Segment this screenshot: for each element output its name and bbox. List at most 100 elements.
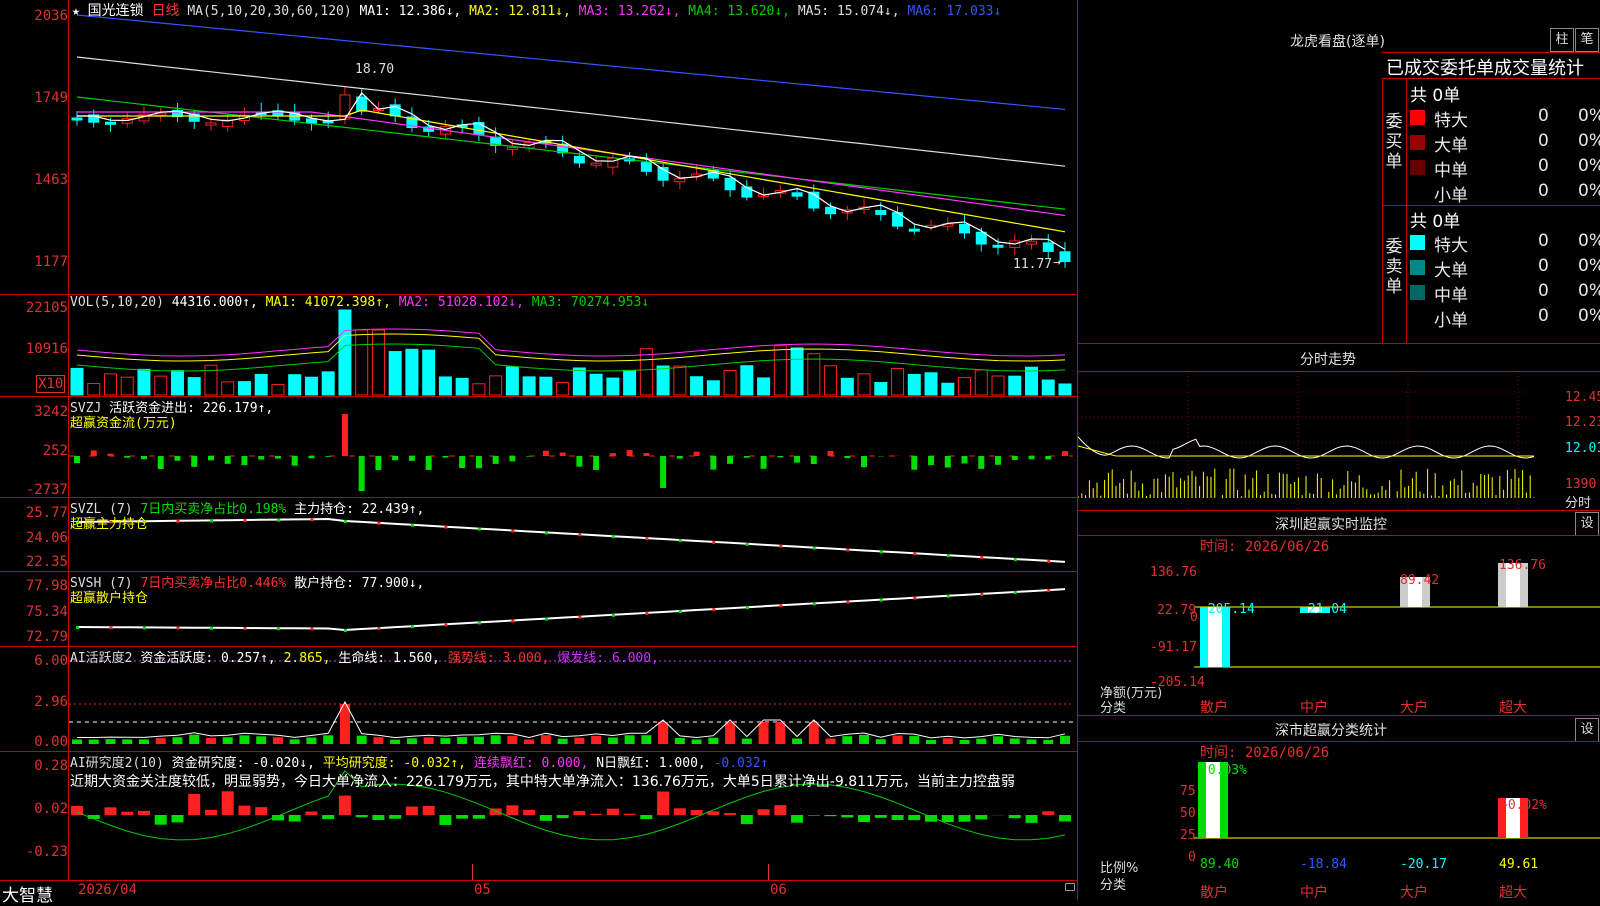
ai2-research: 资金研究度: -0.020↓, bbox=[172, 756, 315, 771]
volume-bar bbox=[992, 376, 1004, 395]
research-bar bbox=[205, 810, 217, 815]
monitor-time: 时间: 2026/06/26 bbox=[1200, 536, 1329, 556]
holding-marker bbox=[210, 627, 213, 630]
candle bbox=[1027, 241, 1037, 244]
favorite-star-icon[interactable]: ★ bbox=[72, 4, 80, 19]
holding-marker bbox=[511, 620, 514, 623]
activity-bar bbox=[407, 738, 417, 744]
research-bar bbox=[439, 815, 451, 825]
volume-bar bbox=[791, 348, 803, 395]
activity-bar bbox=[625, 735, 635, 744]
activity-bar bbox=[491, 735, 501, 744]
monitor-bottom-line bbox=[1077, 715, 1600, 716]
ai2-label: AI研究度2(10) bbox=[70, 756, 164, 771]
activity-bar bbox=[323, 735, 333, 744]
holding-marker bbox=[1047, 589, 1050, 592]
flow-bar bbox=[275, 456, 281, 459]
flow-bar bbox=[459, 456, 465, 468]
buy-row: 小单00% bbox=[1408, 180, 1600, 204]
research-bar bbox=[808, 815, 820, 816]
volume-bar bbox=[925, 373, 937, 395]
activity-bar bbox=[122, 739, 132, 744]
ai2-extra: -0.032↑ bbox=[714, 756, 769, 771]
activity-bar bbox=[1043, 740, 1053, 744]
activity-bar bbox=[440, 738, 450, 744]
research-bar bbox=[758, 809, 770, 815]
volume-bar bbox=[640, 349, 652, 395]
volume-bar bbox=[456, 378, 468, 395]
ma-value: MA5: 15.074↓, bbox=[798, 4, 908, 19]
dragon-tabs[interactable]: 已成交委托单成交量统计 bbox=[1386, 54, 1584, 80]
volume-bar bbox=[138, 369, 150, 395]
research-bar bbox=[423, 806, 435, 815]
intraday-title: 分时走势 bbox=[1300, 349, 1356, 369]
volume-tick: 10916 bbox=[0, 341, 68, 357]
volume-bar bbox=[222, 382, 234, 395]
holding-marker bbox=[1014, 558, 1017, 561]
activity-bar bbox=[909, 736, 919, 744]
activity-bar bbox=[474, 737, 484, 744]
activity-bar bbox=[306, 737, 316, 744]
volume-bar bbox=[908, 374, 920, 395]
lock-icon[interactable] bbox=[1065, 883, 1075, 891]
stats-category: 散户 bbox=[1200, 882, 1228, 902]
research-bar bbox=[372, 815, 384, 820]
buy-total: 共 0单 bbox=[1410, 81, 1460, 106]
tick-mode-button[interactable]: 笔 bbox=[1575, 28, 1599, 52]
tabs-bottom-line bbox=[1382, 78, 1600, 79]
activity-bar bbox=[373, 737, 383, 744]
flow-bar bbox=[828, 451, 834, 456]
ma-value: MA6: 17.033↓ bbox=[907, 4, 1001, 19]
research-bar bbox=[1042, 811, 1054, 815]
flow-bar bbox=[91, 450, 97, 456]
stock-name: 国光连锁 bbox=[88, 3, 144, 19]
moving-average-line bbox=[77, 15, 1065, 109]
monitor-category: 超大 bbox=[1499, 697, 1527, 717]
monitor-tick: 136.76 bbox=[1150, 565, 1197, 580]
candle bbox=[1043, 243, 1053, 252]
app-logo: 大智慧 bbox=[2, 881, 53, 906]
candlestick-chart[interactable] bbox=[69, 0, 1077, 294]
flow-bar bbox=[962, 456, 968, 463]
volume-bar bbox=[607, 378, 619, 395]
research-bar bbox=[573, 811, 585, 815]
volume-chart[interactable] bbox=[69, 295, 1077, 396]
volume-bar bbox=[322, 372, 334, 395]
candle bbox=[976, 232, 986, 244]
monitor-settings-button[interactable]: 设 bbox=[1575, 512, 1599, 536]
activity-bar bbox=[792, 739, 802, 744]
candle bbox=[591, 163, 601, 165]
activity-bar bbox=[256, 736, 266, 744]
flow-bar bbox=[476, 456, 482, 468]
flow-bar bbox=[995, 456, 1001, 465]
flow-bar bbox=[744, 456, 750, 458]
volume-bar bbox=[892, 368, 904, 395]
volume-bar bbox=[71, 368, 83, 395]
candle bbox=[675, 179, 685, 182]
activity-bar bbox=[558, 739, 568, 744]
flow-bar bbox=[543, 451, 549, 456]
moving-average-line bbox=[77, 110, 1065, 232]
ma-value: MA1: 12.386↓, bbox=[360, 4, 470, 19]
flow-bar bbox=[325, 456, 331, 457]
holding-marker bbox=[612, 614, 615, 617]
holding-marker bbox=[444, 526, 447, 529]
sell-row: 小单00% bbox=[1408, 305, 1600, 329]
flow-bar bbox=[241, 456, 247, 465]
ratio-chart[interactable] bbox=[1078, 760, 1600, 900]
stats-category: 大户 bbox=[1400, 882, 1428, 902]
ma-value: MA4: 13.620↓, bbox=[688, 4, 798, 19]
activity-bar bbox=[692, 739, 702, 744]
stats-settings-button[interactable]: 设 bbox=[1575, 718, 1599, 742]
candle bbox=[742, 187, 752, 197]
volume-ma-line bbox=[77, 329, 1065, 356]
intraday-chart[interactable] bbox=[1078, 372, 1600, 510]
period-label[interactable]: 日线 bbox=[151, 3, 179, 19]
bar-mode-button[interactable]: 柱 bbox=[1550, 28, 1574, 52]
holding-marker bbox=[310, 627, 313, 630]
main-title-bar: ★ 国光连锁 日线 MA(5,10,20,30,60,120) MA1: 12.… bbox=[72, 0, 1001, 20]
candle bbox=[306, 119, 316, 123]
svsh-subtitle: 超赢散户持仓 bbox=[70, 587, 148, 606]
holding-marker bbox=[344, 629, 347, 632]
holding-marker bbox=[411, 625, 414, 628]
